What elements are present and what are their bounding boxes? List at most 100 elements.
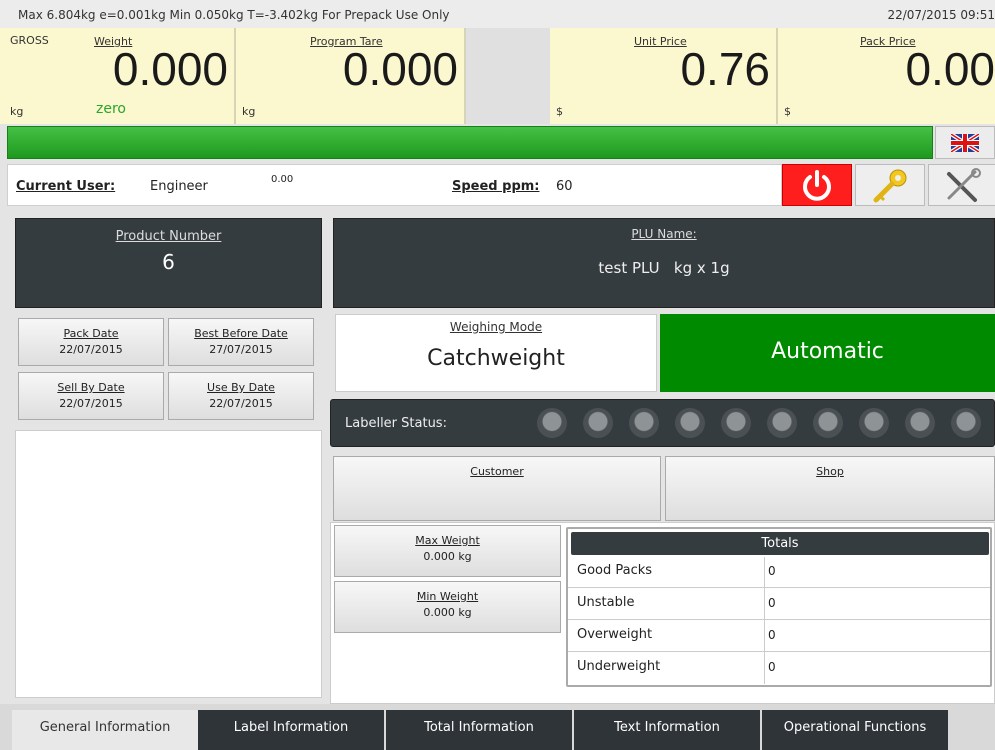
sell-by-date-button[interactable]: Sell By Date 22/07/2015	[18, 372, 164, 420]
labeller-indicator	[859, 408, 889, 438]
current-user-label: Current User:	[16, 179, 116, 194]
column-divider	[764, 620, 765, 651]
gross-label: GROSS	[10, 34, 49, 47]
tab-label: Total Information	[424, 720, 534, 735]
labeller-indicator	[767, 408, 797, 438]
shop-button[interactable]: Shop	[665, 456, 995, 521]
automatic-mode-label: Automatic	[771, 339, 884, 364]
column-divider	[764, 652, 765, 684]
login-key-button[interactable]	[855, 164, 925, 206]
tab-label: Text Information	[614, 720, 720, 735]
datetime-text: 22/07/2015 09:51	[887, 8, 995, 22]
key-icon	[873, 169, 907, 203]
table-row: Unstable 0	[568, 588, 990, 620]
speed-value: 60	[556, 179, 573, 194]
shop-label: Shop	[816, 465, 844, 478]
tab-label: General Information	[39, 720, 171, 735]
tools-button[interactable]	[928, 164, 995, 206]
unit-price-value: 0.76	[680, 43, 770, 95]
column-divider	[764, 557, 765, 587]
plu-name-panel[interactable]: PLU Name: test PLU kg x 1g	[333, 218, 995, 308]
sell-by-date-label: Sell By Date	[57, 381, 125, 394]
totals-title: Totals	[761, 536, 799, 551]
pack-price-display: Pack Price 0.00 $	[778, 28, 995, 124]
min-weight-button[interactable]: Min Weight 0.000 kg	[334, 581, 561, 633]
best-before-date-label: Best Before Date	[194, 327, 288, 340]
unit-price-label: Unit Price	[634, 35, 687, 48]
weight-value: 0.000	[112, 43, 228, 95]
tab-total-information[interactable]: Total Information	[386, 710, 572, 750]
tab-label-information[interactable]: Label Information	[198, 710, 384, 750]
tab-general-information[interactable]: General Information	[12, 710, 198, 750]
weighing-mode-panel[interactable]: Weighing Mode Catchweight	[335, 314, 657, 392]
best-before-date-value: 27/07/2015	[209, 343, 273, 356]
pack-date-label: Pack Date	[63, 327, 119, 340]
totals-row-name: Good Packs	[577, 563, 653, 578]
tab-text-information[interactable]: Text Information	[574, 710, 760, 750]
totals-row-name: Overweight	[577, 627, 653, 642]
labeller-indicator	[721, 408, 751, 438]
tab-label: Operational Functions	[783, 720, 927, 735]
sell-by-date-value: 22/07/2015	[59, 397, 123, 410]
customer-button[interactable]: Customer	[333, 456, 661, 521]
tab-label: Label Information	[233, 720, 349, 735]
weight-display: GROSS Weight 0.000 zero kg	[0, 28, 236, 124]
display-spacer	[466, 28, 550, 124]
weighing-mode-label: Weighing Mode	[449, 320, 543, 334]
user-info-strip: Current User: Engineer 0.00 Speed ppm: 6…	[7, 164, 782, 206]
pack-date-value: 22/07/2015	[59, 343, 123, 356]
table-row: Good Packs 0	[568, 557, 990, 588]
unit-price-display: Unit Price 0.76 $	[550, 28, 778, 124]
tare-value: 0.000	[342, 43, 458, 95]
use-by-date-button[interactable]: Use By Date 22/07/2015	[168, 372, 314, 420]
current-user-value: Engineer	[150, 179, 208, 194]
customer-label: Customer	[470, 465, 524, 478]
labeller-indicator	[813, 408, 843, 438]
weighing-mode-value: Catchweight	[427, 346, 565, 371]
labeller-status-label: Labeller Status:	[345, 416, 447, 431]
labeller-indicator	[675, 408, 705, 438]
product-number-label: Product Number	[115, 229, 222, 244]
language-button[interactable]	[935, 126, 995, 159]
column-divider	[764, 588, 765, 619]
plu-name-value: test PLU kg x 1g	[598, 259, 730, 277]
labeller-indicator	[951, 408, 981, 438]
product-number-value: 6	[162, 250, 175, 274]
table-row: Underweight 0	[568, 652, 990, 684]
labeller-indicator	[905, 408, 935, 438]
max-weight-value: 0.000 kg	[423, 550, 472, 563]
min-weight-value: 0.000 kg	[423, 606, 472, 619]
weight-unit: kg	[10, 105, 24, 118]
status-bar: Max 6.804kg e=0.001kg Min 0.050kg T=-3.4…	[0, 0, 995, 28]
use-by-date-value: 22/07/2015	[209, 397, 273, 410]
scale-spec-text: Max 6.804kg e=0.001kg Min 0.050kg T=-3.4…	[18, 8, 450, 22]
totals-row-name: Unstable	[577, 595, 635, 610]
best-before-date-button[interactable]: Best Before Date 27/07/2015	[168, 318, 314, 366]
use-by-date-label: Use By Date	[207, 381, 275, 394]
unit-price-unit: $	[556, 105, 563, 118]
max-weight-label: Max Weight	[415, 534, 480, 547]
table-row: Overweight 0	[568, 620, 990, 652]
max-weight-button[interactable]: Max Weight 0.000 kg	[334, 525, 561, 577]
pack-price-unit: $	[784, 105, 791, 118]
totals-table: Totals Good Packs 0 Unstable 0 Overweigh…	[566, 527, 992, 687]
labeller-indicator	[583, 408, 613, 438]
power-button[interactable]	[782, 164, 852, 206]
labeller-status-panel: Labeller Status:	[330, 399, 995, 447]
automatic-mode-button[interactable]: Automatic	[660, 314, 995, 392]
tare-unit: kg	[242, 105, 256, 118]
totals-header: Totals	[571, 532, 989, 555]
min-weight-label: Min Weight	[416, 590, 479, 603]
labeller-indicator	[537, 408, 567, 438]
product-number-panel[interactable]: Product Number 6	[15, 218, 322, 308]
speed-label: Speed ppm:	[452, 179, 540, 194]
pack-date-button[interactable]: Pack Date 22/07/2015	[18, 318, 164, 366]
totals-row-value: 0	[768, 564, 776, 578]
tab-operational-functions[interactable]: Operational Functions	[762, 710, 948, 750]
pack-price-value: 0.00	[905, 43, 995, 95]
power-icon	[803, 170, 831, 201]
plu-name-label: PLU Name:	[631, 227, 697, 241]
totals-row-value: 0	[768, 596, 776, 610]
user-small-value: 0.00	[271, 174, 294, 185]
tare-display: Program Tare 0.000 kg	[236, 28, 466, 124]
